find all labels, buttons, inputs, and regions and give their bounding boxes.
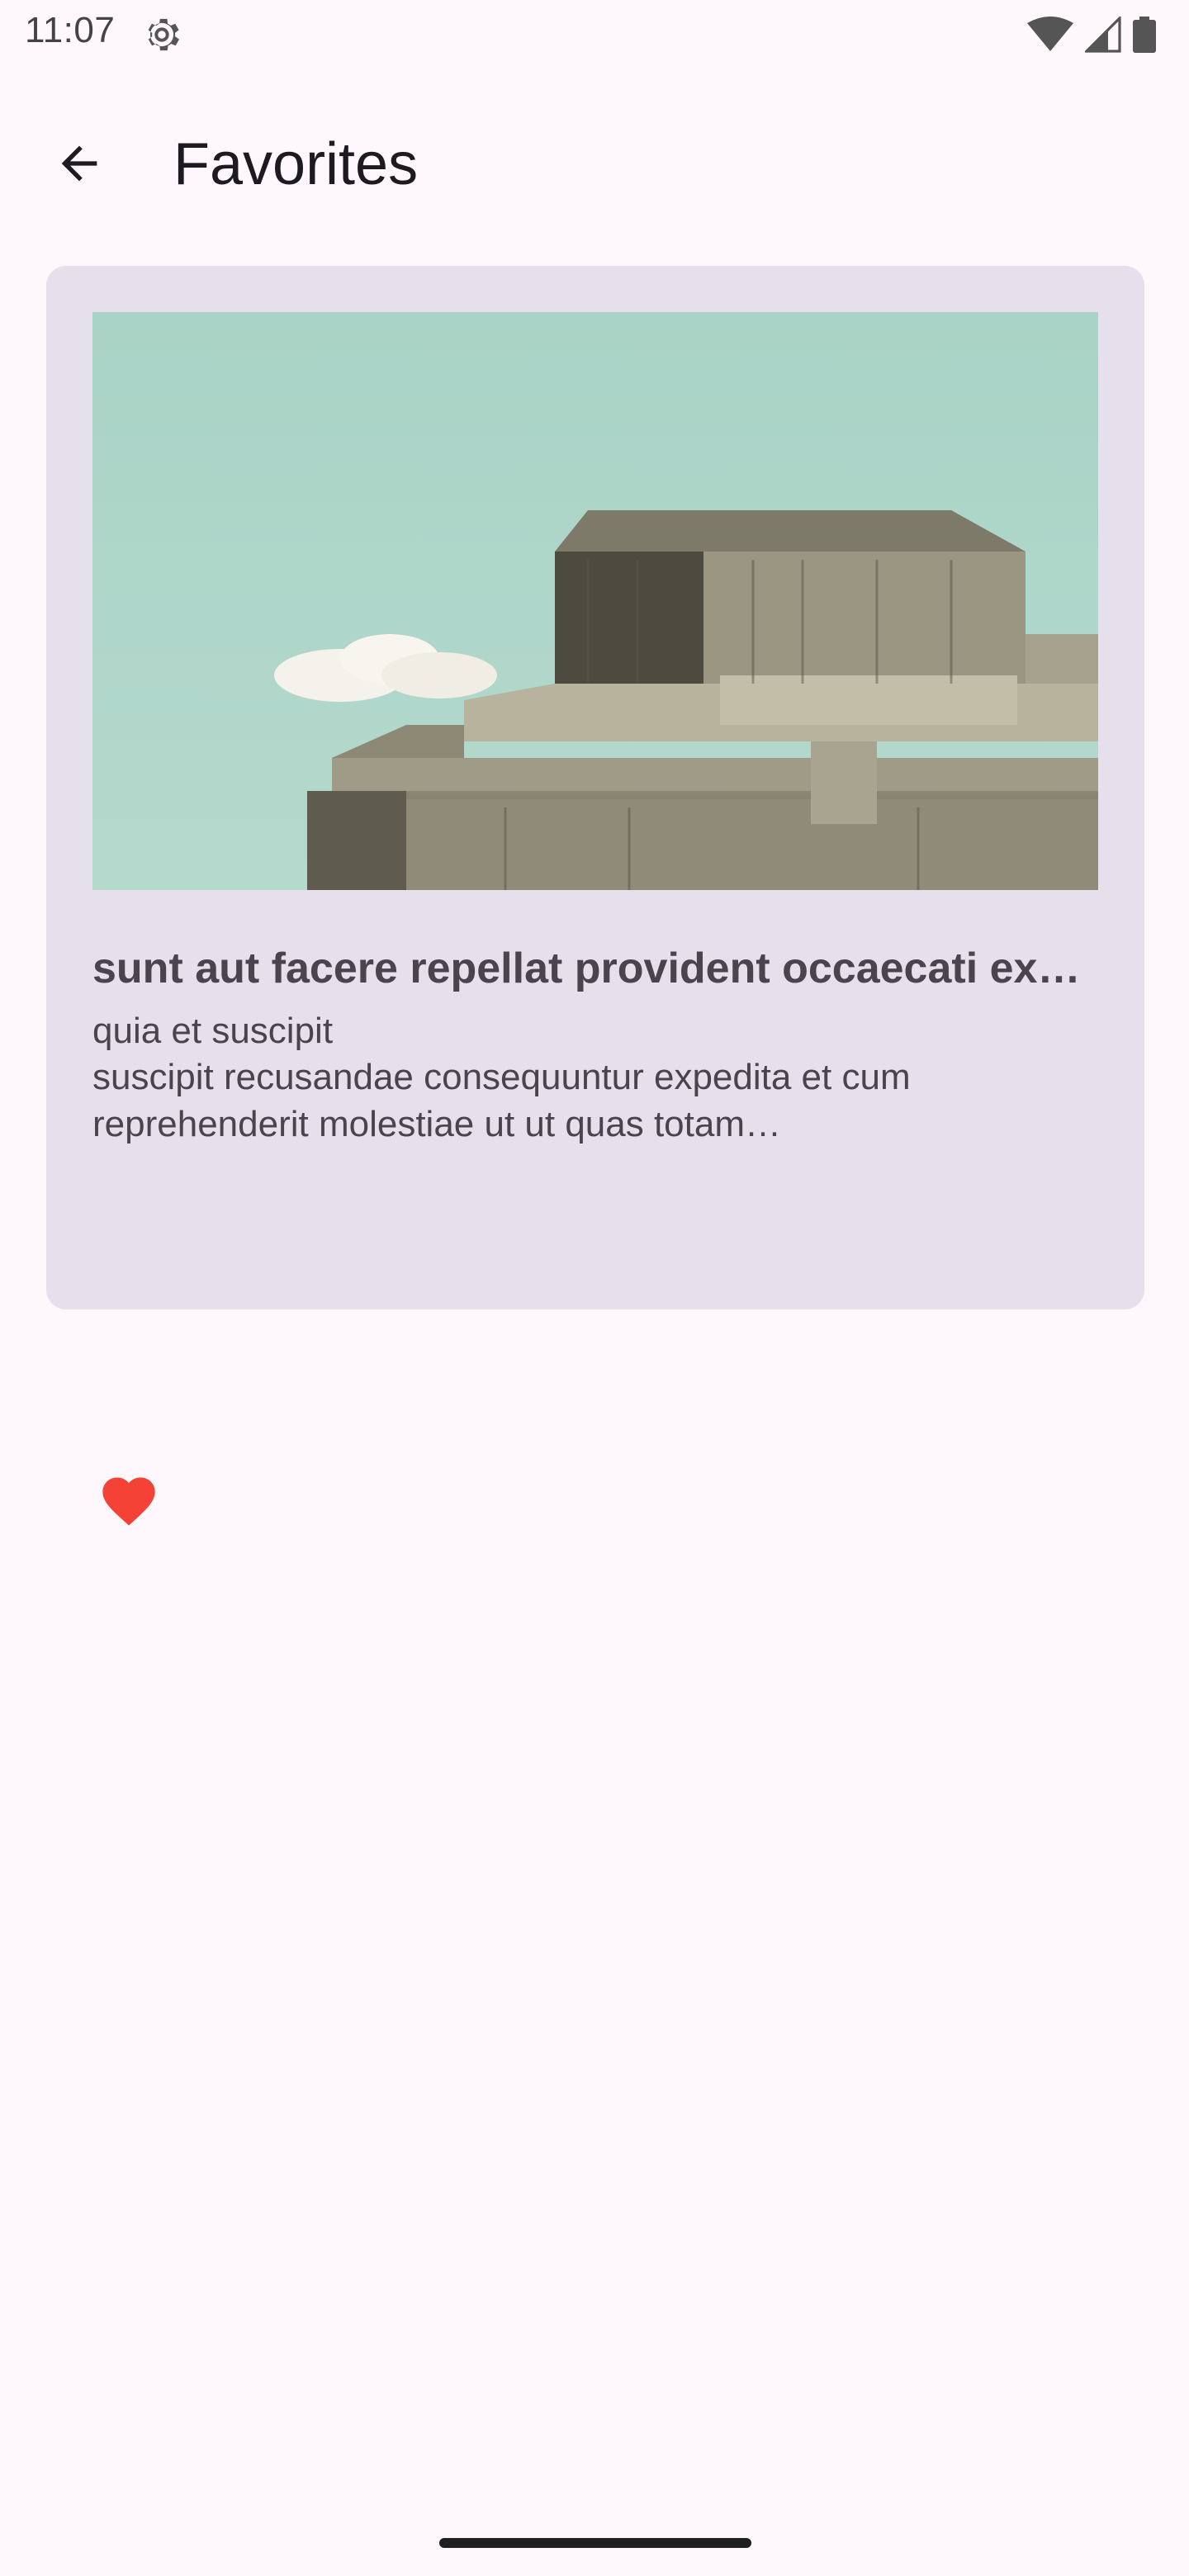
arrow-back-icon [61, 145, 97, 182]
favorite-card[interactable]: sunt aut facere repellat provident occae… [46, 266, 1144, 1526]
card-body: suscipit recusandae consequuntur expedit… [92, 1057, 911, 1145]
status-icons [1027, 15, 1156, 54]
heart-filled-icon [102, 1477, 155, 1526]
card-image [92, 312, 1098, 890]
top-app-bar: Favorites [0, 99, 1189, 223]
status-bar: 11:07 [0, 0, 1189, 69]
wifi-icon [1027, 17, 1073, 51]
back-button[interactable] [40, 124, 119, 203]
page-title: Favorites [173, 131, 419, 197]
card-subtitle: quia et suscipit [92, 1011, 334, 1051]
settings-gear-icon [148, 18, 180, 51]
status-time: 11:07 [25, 10, 116, 50]
favorite-toggle-button[interactable] [89, 1461, 168, 1541]
home-indicator[interactable] [439, 2538, 751, 2548]
battery-icon [1133, 17, 1156, 53]
concrete-bunker-photo [92, 312, 1098, 890]
card-title: sunt aut facere repellat provident occae… [92, 945, 1098, 992]
cell-signal-icon [1085, 17, 1121, 53]
